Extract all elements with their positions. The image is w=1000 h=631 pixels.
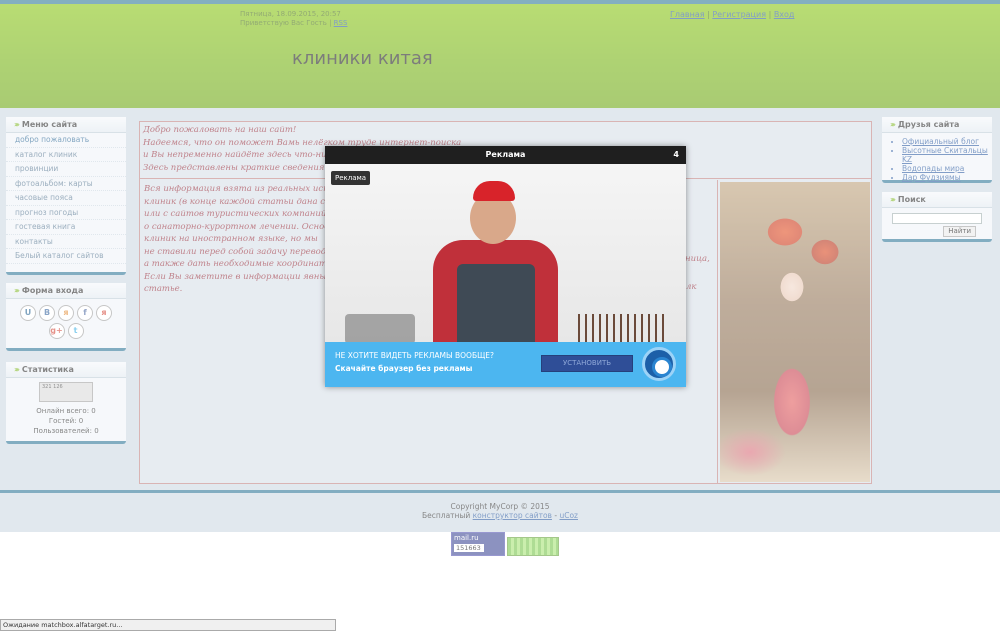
ad-countdown: 4 [673, 150, 679, 159]
modal-header: Реклама 4 [325, 146, 686, 164]
banner-subline: Скачайте браузер без рекламы [335, 364, 473, 373]
presenter-overalls [457, 264, 535, 342]
presenter-cap [473, 181, 515, 201]
fence-image [578, 314, 668, 342]
browser-promo-banner[interactable]: НЕ ХОТИТЕ ВИДЕТЬ РЕКЛАМЫ ВООБЩЕ? Скачайт… [325, 342, 686, 387]
browser-status-bar: Ожидание matchbox.alfatarget.ru... [0, 619, 336, 631]
modal-title: Реклама [485, 150, 526, 159]
garden-tools-image [345, 314, 415, 342]
ad-video[interactable]: Реклама [325, 164, 686, 342]
browser-logo-icon[interactable] [642, 347, 676, 381]
ad-modal: Реклама 4 Реклама НЕ ХОТИТЕ ВИДЕТЬ РЕКЛА… [325, 146, 686, 387]
banner-headline: НЕ ХОТИТЕ ВИДЕТЬ РЕКЛАМЫ ВООБЩЕ? [335, 351, 495, 360]
install-button[interactable]: УСТАНОВИТЬ [541, 355, 633, 372]
ad-label: Реклама [331, 171, 371, 185]
